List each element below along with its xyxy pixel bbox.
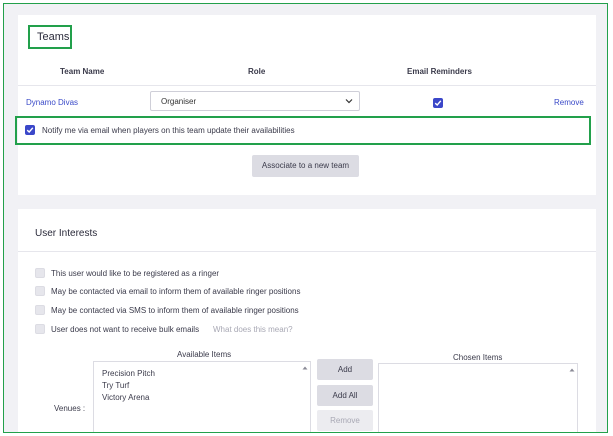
available-items-header: Available Items — [177, 350, 232, 359]
add-button-label: Add — [337, 365, 353, 374]
checkmark-icon — [434, 100, 442, 107]
chosen-items-header: Chosen Items — [453, 353, 503, 362]
no-bulk-emails-label: User does not want to receive bulk email… — [51, 325, 200, 334]
user-interests-card: User Interests This user would like to b… — [18, 209, 596, 432]
add-all-button-label: Add All — [332, 391, 358, 400]
header-divider — [18, 85, 596, 86]
associate-team-label: Associate to a new team — [261, 161, 350, 170]
contact-email-checkbox[interactable] — [35, 286, 45, 296]
remove-button-label: Remove — [330, 416, 360, 425]
checkmark-icon — [26, 127, 34, 134]
page-frame: Teams Team Name Role Email Reminders Dyn… — [3, 3, 608, 433]
associate-team-button[interactable]: Associate to a new team — [252, 155, 359, 177]
scroll-up-arrow-icon[interactable] — [302, 365, 308, 371]
column-header-email-reminders: Email Reminders — [407, 67, 472, 76]
no-bulk-emails-checkbox[interactable] — [35, 324, 45, 334]
column-header-team-name: Team Name — [60, 67, 105, 76]
email-reminders-checkbox[interactable] — [433, 98, 443, 108]
contact-sms-label: May be contacted via SMS to inform them … — [51, 306, 299, 315]
available-items-list[interactable]: Precision Pitch Try Turf Victory Arena — [93, 361, 311, 432]
venues-label: Venues : — [54, 404, 86, 413]
register-ringer-label: This user would like to be registered as… — [51, 269, 220, 278]
role-select[interactable]: Organiser — [150, 91, 360, 111]
chevron-down-icon — [345, 99, 353, 104]
column-header-role: Role — [248, 67, 266, 76]
user-interests-title: User Interests — [35, 228, 98, 239]
role-select-value: Organiser — [161, 97, 197, 106]
notify-checkbox[interactable] — [25, 125, 35, 135]
remove-team-link[interactable]: Remove — [554, 98, 584, 107]
scroll-up-arrow-icon[interactable] — [569, 367, 575, 373]
list-item[interactable]: Try Turf — [102, 381, 129, 390]
add-all-button[interactable]: Add All — [317, 385, 373, 406]
bulk-emails-help-link[interactable]: What does this mean? — [213, 325, 293, 334]
list-item[interactable]: Victory Arena — [102, 393, 149, 402]
notify-highlight: Notify me via email when players on this… — [15, 116, 591, 145]
interests-divider — [18, 251, 596, 252]
teams-title-highlight: Teams — [28, 25, 72, 49]
contact-sms-checkbox[interactable] — [35, 305, 45, 315]
team-name-link[interactable]: Dynamo Divas — [26, 98, 78, 107]
add-button[interactable]: Add — [317, 359, 373, 380]
remove-button[interactable]: Remove — [317, 410, 373, 431]
register-ringer-checkbox[interactable] — [35, 268, 45, 278]
list-item[interactable]: Precision Pitch — [102, 369, 155, 378]
teams-title: Teams — [37, 31, 70, 43]
notify-label: Notify me via email when players on this… — [42, 126, 295, 135]
contact-email-label: May be contacted via email to inform the… — [51, 287, 301, 296]
chosen-items-list[interactable] — [378, 363, 578, 432]
teams-card: Teams Team Name Role Email Reminders Dyn… — [15, 15, 596, 195]
